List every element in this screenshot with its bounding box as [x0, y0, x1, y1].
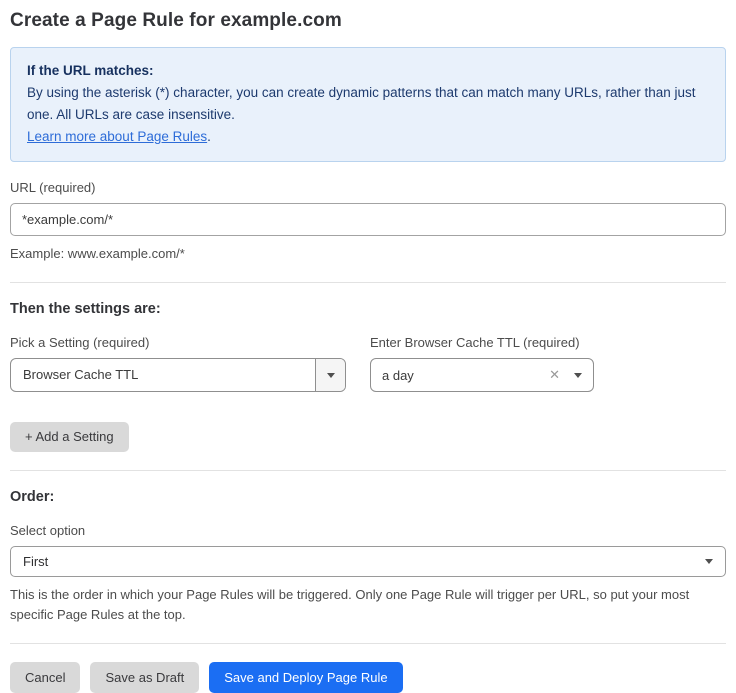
- ttl-picker-dropdown[interactable]: a day ✕: [370, 358, 594, 392]
- divider: [10, 470, 726, 471]
- settings-row: Pick a Setting (required) Browser Cache …: [10, 335, 726, 392]
- order-select-value: First: [23, 554, 705, 569]
- url-example-text: Example: www.example.com/*: [10, 244, 726, 264]
- order-section-heading: Order:: [10, 489, 726, 505]
- url-field-label: URL (required): [10, 180, 726, 195]
- chevron-down-icon: [574, 373, 582, 378]
- order-field-group: Select option First This is the order in…: [10, 523, 726, 625]
- setting-picker-label: Pick a Setting (required): [10, 335, 346, 350]
- info-box-heading: If the URL matches:: [27, 60, 709, 82]
- order-select[interactable]: First: [10, 546, 726, 577]
- divider: [10, 282, 726, 283]
- url-field-group: URL (required) Example: www.example.com/…: [10, 180, 726, 264]
- cancel-button[interactable]: Cancel: [10, 662, 80, 693]
- order-help-text: This is the order in which your Page Rul…: [10, 585, 726, 625]
- clear-icon[interactable]: ✕: [549, 367, 560, 383]
- learn-more-link[interactable]: Learn more about Page Rules: [27, 129, 207, 144]
- setting-picker-arrow-button[interactable]: [315, 359, 345, 391]
- url-input[interactable]: [10, 203, 726, 236]
- add-setting-button[interactable]: + Add a Setting: [10, 422, 129, 452]
- save-as-draft-button[interactable]: Save as Draft: [90, 662, 199, 693]
- setting-picker-value: Browser Cache TTL: [11, 359, 315, 391]
- url-match-info-box: If the URL matches: By using the asteris…: [10, 47, 726, 162]
- order-select-label: Select option: [10, 523, 726, 538]
- link-period: .: [207, 129, 211, 144]
- chevron-down-icon: [327, 373, 335, 378]
- ttl-picker-value: a day: [382, 368, 549, 383]
- chevron-down-icon: [705, 559, 713, 564]
- page-rule-form: Create a Page Rule for example.com If th…: [0, 0, 736, 693]
- info-box-link-line: Learn more about Page Rules.: [27, 126, 709, 148]
- save-and-deploy-button[interactable]: Save and Deploy Page Rule: [209, 662, 402, 693]
- info-box-body: By using the asterisk (*) character, you…: [27, 82, 709, 126]
- footer-actions: Cancel Save as Draft Save and Deploy Pag…: [10, 662, 726, 693]
- page-title: Create a Page Rule for example.com: [10, 10, 726, 32]
- setting-picker-group: Pick a Setting (required) Browser Cache …: [10, 335, 346, 392]
- setting-picker-dropdown[interactable]: Browser Cache TTL: [10, 358, 346, 392]
- settings-section-heading: Then the settings are:: [10, 301, 726, 317]
- divider: [10, 643, 726, 644]
- ttl-picker-group: Enter Browser Cache TTL (required) a day…: [370, 335, 594, 392]
- ttl-picker-label: Enter Browser Cache TTL (required): [370, 335, 594, 350]
